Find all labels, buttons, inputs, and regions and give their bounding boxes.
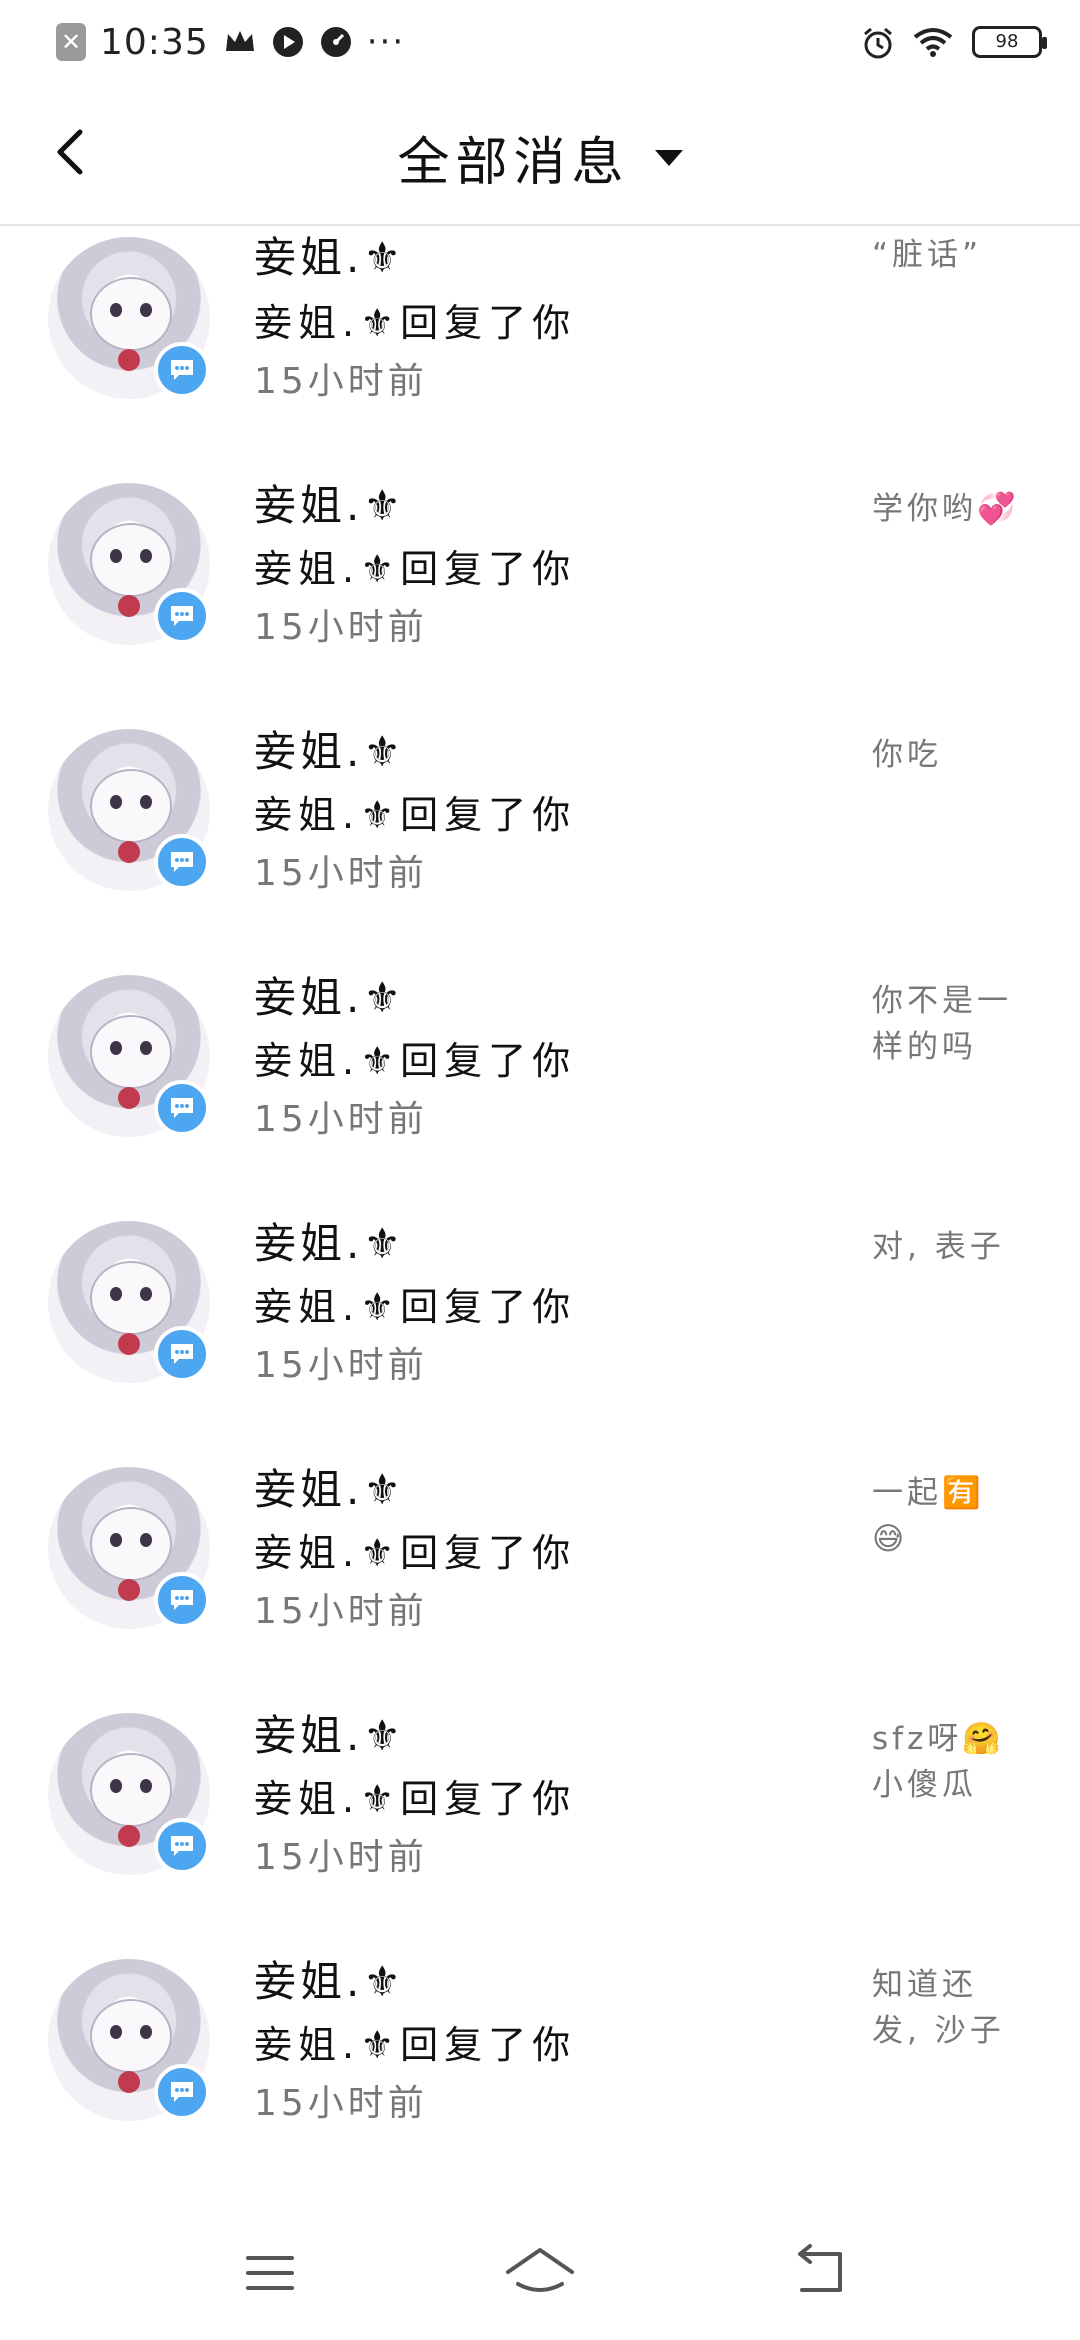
wifi-icon bbox=[912, 25, 954, 59]
reply-action: 妾姐.⚜回复了你 bbox=[254, 547, 577, 591]
message-time: 15小时前 bbox=[254, 607, 428, 648]
title-bar: 全部消息 bbox=[0, 84, 1080, 226]
system-nav-bar bbox=[0, 2208, 1080, 2340]
sender-name: 妾姐.⚜ bbox=[254, 1957, 406, 2006]
comment-badge-icon bbox=[154, 1818, 210, 1874]
x-notification-icon: ✕ bbox=[56, 23, 86, 61]
list-item[interactable]: 妾姐.⚜ 妾姐.⚜回复了你 15小时前 sfz呀🤗 小傻瓜 bbox=[0, 1702, 1080, 1948]
sender-name: 妾姐.⚜ bbox=[254, 1219, 406, 1268]
list-item[interactable]: 妾姐.⚜ 妾姐.⚜回复了你 15小时前 一起🈶 😅 bbox=[0, 1456, 1080, 1702]
message-preview: 你不是一 样的吗 bbox=[872, 983, 1012, 1065]
reply-action: 妾姐.⚜回复了你 bbox=[254, 301, 577, 345]
comment-badge-icon bbox=[154, 342, 210, 398]
message-time: 15小时前 bbox=[254, 361, 428, 402]
comment-badge-icon bbox=[154, 1326, 210, 1382]
message-preview: 学你哟💞 bbox=[872, 491, 1020, 527]
message-list[interactable]: 妾姐.⚜ 妾姐.⚜回复了你 15小时前 “脏话” 妾姐.⚜ 妾姐.⚜回复了你 1… bbox=[0, 226, 1080, 2208]
menu-icon[interactable] bbox=[230, 2238, 310, 2308]
list-item[interactable]: 妾姐.⚜ 妾姐.⚜回复了你 15小时前 学你哟💞 bbox=[0, 472, 1080, 718]
message-preview: 对, 表子 bbox=[872, 1229, 1005, 1265]
reply-action: 妾姐.⚜回复了你 bbox=[254, 1531, 577, 1575]
message-time: 15小时前 bbox=[254, 1591, 428, 1632]
return-icon[interactable] bbox=[780, 2238, 860, 2308]
message-time: 15小时前 bbox=[254, 2083, 428, 2124]
speed-icon bbox=[319, 25, 353, 59]
comment-badge-icon bbox=[154, 2064, 210, 2120]
play-icon bbox=[271, 25, 305, 59]
sender-name: 妾姐.⚜ bbox=[254, 973, 406, 1022]
message-preview: 一起🈶 😅 bbox=[872, 1475, 985, 1557]
message-time: 15小时前 bbox=[254, 853, 428, 894]
status-bar: ✕ 10:35 ··· 98 bbox=[0, 0, 1080, 84]
status-time: 10:35 bbox=[100, 21, 209, 63]
reply-action: 妾姐.⚜回复了你 bbox=[254, 1285, 577, 1329]
list-item[interactable]: 妾姐.⚜ 妾姐.⚜回复了你 15小时前 你吃 bbox=[0, 718, 1080, 964]
more-indicator: ··· bbox=[366, 22, 406, 62]
message-preview: “脏话” bbox=[872, 237, 983, 273]
alarm-icon bbox=[860, 25, 894, 59]
list-item[interactable]: 妾姐.⚜ 妾姐.⚜回复了你 15小时前 对, 表子 bbox=[0, 1210, 1080, 1456]
list-item[interactable]: 妾姐.⚜ 妾姐.⚜回复了你 15小时前 知道还 发, 沙子 bbox=[0, 1948, 1080, 2194]
message-preview: 知道还 发, 沙子 bbox=[872, 1967, 1005, 2049]
comment-badge-icon bbox=[154, 834, 210, 890]
list-item[interactable]: 妾姐.⚜ 妾姐.⚜回复了你 15小时前 “脏话” bbox=[0, 226, 1080, 472]
page-title: 全部消息 bbox=[397, 133, 630, 193]
reply-action: 妾姐.⚜回复了你 bbox=[254, 2023, 577, 2067]
message-preview: sfz呀🤗 小傻瓜 bbox=[872, 1721, 1005, 1803]
sender-name: 妾姐.⚜ bbox=[254, 233, 406, 282]
caret-down-icon bbox=[654, 149, 683, 166]
sender-name: 妾姐.⚜ bbox=[254, 1465, 406, 1514]
comment-badge-icon bbox=[154, 1572, 210, 1628]
message-time: 15小时前 bbox=[254, 1099, 428, 1140]
sender-name: 妾姐.⚜ bbox=[254, 727, 406, 776]
reply-action: 妾姐.⚜回复了你 bbox=[254, 1777, 577, 1821]
sender-name: 妾姐.⚜ bbox=[254, 481, 406, 530]
battery-icon: 98 bbox=[972, 26, 1047, 58]
message-preview: 你吃 bbox=[872, 737, 942, 773]
message-time: 15小时前 bbox=[254, 1345, 428, 1386]
comment-badge-icon bbox=[154, 1080, 210, 1136]
title-dropdown[interactable]: 全部消息 bbox=[0, 120, 1080, 195]
crown-icon bbox=[223, 25, 257, 59]
list-item[interactable]: 妾姐.⚜ 妾姐.⚜回复了你 15小时前 你不是一 样的吗 bbox=[0, 964, 1080, 1210]
reply-action: 妾姐.⚜回复了你 bbox=[254, 1039, 577, 1083]
sender-name: 妾姐.⚜ bbox=[254, 1711, 406, 1760]
reply-action: 妾姐.⚜回复了你 bbox=[254, 793, 577, 837]
home-icon[interactable] bbox=[500, 2238, 580, 2308]
message-time: 15小时前 bbox=[254, 1837, 428, 1878]
comment-badge-icon bbox=[154, 588, 210, 644]
